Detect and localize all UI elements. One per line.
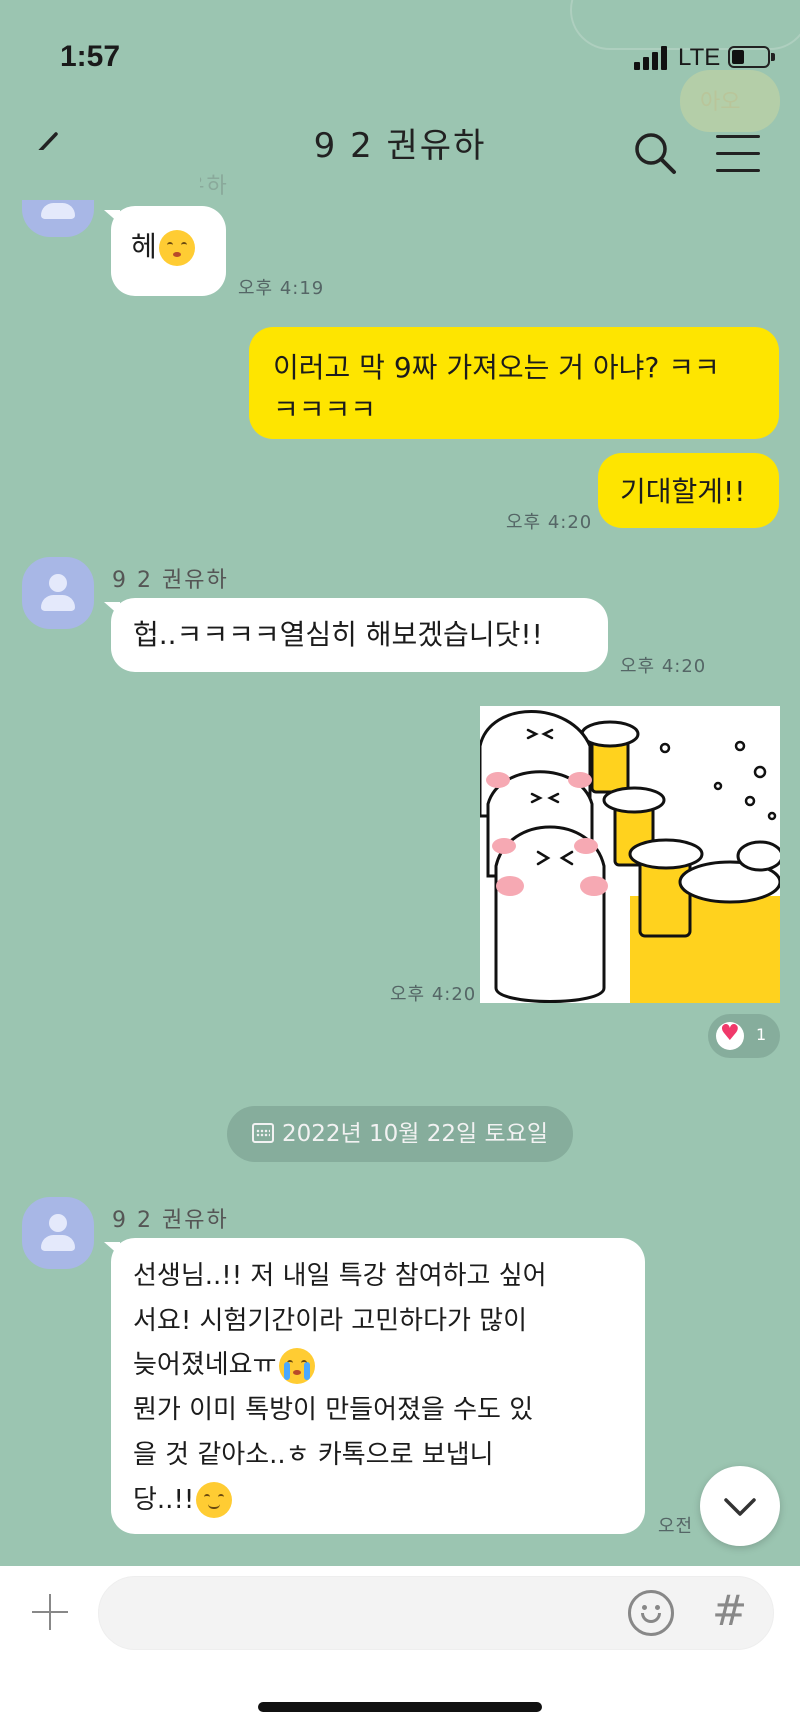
message-text: 이러고 막 9짜 가져오는 거 아냐? ㅋㅋ: [273, 351, 720, 384]
message-time: 오후 4:19: [238, 278, 325, 299]
message-text: ㅋㅋㅋㅋ: [273, 393, 377, 426]
signal-icon: [634, 44, 674, 70]
crying-emoji-icon: [278, 1347, 315, 1384]
message-text: 늦어졌네요ㅠ: [133, 1350, 277, 1381]
message-text: 을 것 같아소..ㅎ 카톡으로 보냅니: [133, 1439, 494, 1470]
status-time: 1:57: [60, 40, 121, 73]
message-text: 뭔가 이미 톡방이 만들어졌을 수도 있: [133, 1395, 534, 1426]
scroll-to-bottom-button[interactable]: [700, 1466, 780, 1546]
reaction-badge[interactable]: 1: [708, 1014, 780, 1058]
avatar[interactable]: [22, 1197, 94, 1269]
sender-name: 9 2 권유하: [112, 568, 229, 593]
message-text: 기대할게!!: [620, 475, 746, 508]
chevron-down-icon: [724, 1498, 756, 1516]
battery-tip: [771, 53, 775, 61]
beer-sticker-image: [480, 710, 780, 1003]
message-text: 선생님..!! 저 내일 특강 참여하고 싶어: [133, 1261, 547, 1291]
message-text: 헤: [131, 230, 157, 263]
home-indicator: [258, 1702, 542, 1712]
sender-name: 9 2 권유하: [112, 1208, 229, 1233]
message-bubble[interactable]: 헙..ㅋㅋㅋㅋ열심히 해보겠습니닷!!: [111, 598, 608, 672]
message-time: 오후 4:20: [506, 512, 593, 533]
message-text: 당..!!: [133, 1484, 195, 1515]
smiling-emoji-icon: [196, 1482, 233, 1519]
message-time: 오전: [658, 1516, 694, 1537]
hash-icon[interactable]: #: [712, 1586, 747, 1635]
message-time: 오후 4:20: [390, 984, 477, 1005]
kissing-emoji-icon: [158, 230, 195, 266]
avatar[interactable]: [22, 557, 94, 629]
emoticon-icon[interactable]: [628, 1590, 674, 1636]
background-shape: [570, 0, 800, 50]
message-bubble[interactable]: 선생님..!! 저 내일 특강 참여하고 싶어 서요! 시험기간이라 고민하다가…: [111, 1238, 645, 1534]
faded-bubble-text: 아오: [700, 90, 741, 115]
my-message-bubble[interactable]: 기대할게!!: [598, 453, 779, 528]
calendar-icon: [252, 1123, 275, 1143]
message-text: 헙..ㅋㅋㅋㅋ열심히 해보겠습니닷!!: [133, 618, 543, 651]
menu-button[interactable]: [716, 135, 762, 175]
date-divider: 2022년 10월 22일 토요일: [227, 1106, 573, 1162]
search-button[interactable]: [632, 130, 678, 176]
date-text: 2022년 10월 22일 토요일: [282, 1121, 548, 1147]
message-text: 서요! 시험기간이라 고민하다가 많이: [133, 1305, 528, 1336]
battery-icon: [728, 46, 770, 68]
search-icon: [635, 133, 676, 174]
my-message-bubble[interactable]: 이러고 막 9짜 가져오는 거 아냐? ㅋㅋ ㅋㅋㅋㅋ: [249, 327, 779, 439]
message-time: 오후 4:20: [620, 656, 707, 677]
heart-icon: [716, 1022, 744, 1050]
reaction-count: 1: [756, 1025, 767, 1044]
beer-sticker[interactable]: [480, 706, 780, 1003]
network-type: LTE: [678, 44, 721, 71]
scroll-cutoff: [0, 150, 200, 200]
plus-icon[interactable]: [30, 1592, 70, 1632]
message-bubble[interactable]: 헤: [111, 206, 226, 296]
